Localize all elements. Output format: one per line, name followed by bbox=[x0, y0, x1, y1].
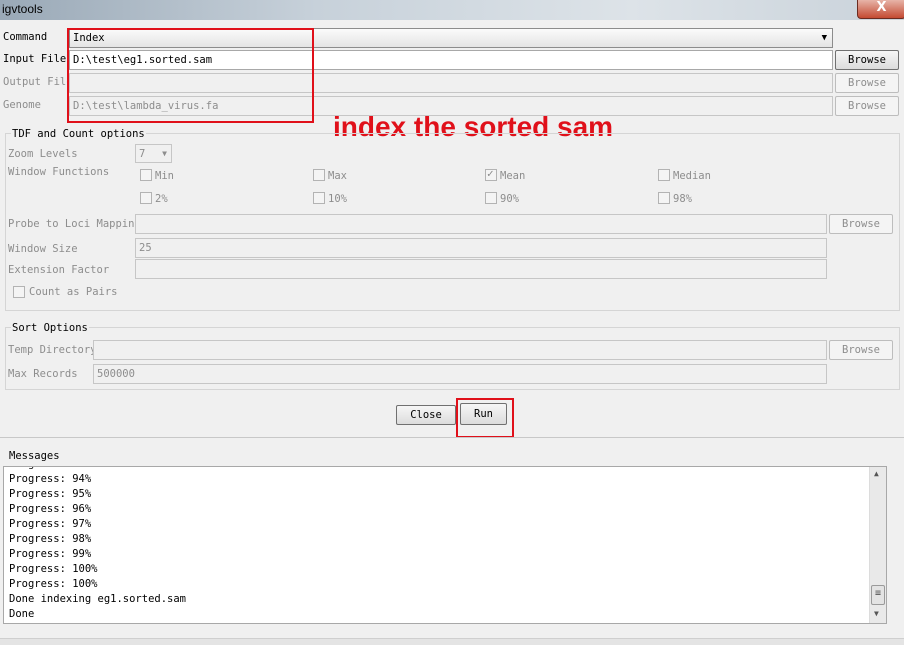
checkbox-max[interactable] bbox=[313, 169, 325, 181]
probe-mapping-field[interactable] bbox=[135, 214, 827, 234]
chevron-down-icon[interactable]: ▼ bbox=[822, 29, 827, 47]
message-line: Progress: 93% bbox=[9, 467, 91, 470]
sort-options-title: Sort Options bbox=[11, 322, 89, 334]
count-pairs-label: Count as Pairs bbox=[29, 286, 118, 298]
message-line: Progress: 99% bbox=[9, 548, 92, 560]
output-file-browse-button[interactable]: Browse bbox=[835, 73, 899, 93]
checkbox-2pct[interactable] bbox=[140, 192, 152, 204]
window-functions-label: Window Functions bbox=[8, 166, 110, 178]
checkbox-mean[interactable]: ✓ bbox=[485, 167, 497, 181]
input-file-browse-button[interactable]: Browse bbox=[835, 50, 899, 70]
genome-label: Genome bbox=[3, 99, 41, 111]
zoom-levels-value: 7 bbox=[139, 148, 146, 160]
scroll-thumb[interactable]: ≡ bbox=[871, 585, 885, 605]
zoom-levels-select[interactable]: 7 ▼ bbox=[135, 144, 172, 163]
checkbox-median[interactable] bbox=[658, 169, 670, 181]
scroll-down-icon[interactable]: ▼ bbox=[874, 609, 879, 618]
max-records-label: Max Records bbox=[8, 368, 78, 380]
messages-title: Messages bbox=[9, 450, 60, 462]
checkbox-98pct[interactable] bbox=[658, 192, 670, 204]
temp-directory-browse-button[interactable]: Browse bbox=[829, 340, 893, 360]
check-icon: ✓ bbox=[487, 167, 494, 180]
checkbox-max-label: Max bbox=[328, 170, 347, 182]
divider bbox=[0, 437, 904, 438]
temp-directory-field[interactable] bbox=[93, 340, 827, 360]
scroll-up-icon[interactable]: ▲ bbox=[874, 469, 879, 478]
checkbox-min[interactable] bbox=[140, 169, 152, 181]
checkbox-90pct[interactable] bbox=[485, 192, 497, 204]
window-close-button[interactable]: X bbox=[857, 0, 904, 19]
checkbox-2pct-label: 2% bbox=[155, 193, 168, 205]
messages-scrollbar[interactable]: ▲ ≡ ▼ bbox=[869, 467, 886, 623]
close-button[interactable]: Close bbox=[396, 405, 456, 425]
tdf-options-title: TDF and Count options bbox=[11, 128, 146, 140]
chevron-down-icon[interactable]: ▼ bbox=[162, 145, 167, 162]
highlight-box-run bbox=[456, 398, 514, 438]
zoom-levels-label: Zoom Levels bbox=[8, 148, 78, 160]
extension-factor-field[interactable] bbox=[135, 259, 827, 279]
title-bar bbox=[0, 0, 904, 20]
message-line: Done bbox=[9, 608, 35, 620]
message-line: Progress: 98% bbox=[9, 533, 92, 545]
checkbox-10pct[interactable] bbox=[313, 192, 325, 204]
highlight-box-fields bbox=[67, 28, 314, 123]
messages-area[interactable]: Progress: 93% Progress: 94% Progress: 95% P… bbox=[3, 466, 887, 624]
message-line: Progress: 100% bbox=[9, 578, 98, 590]
checkbox-mean-label: Mean bbox=[500, 170, 526, 182]
checkbox-98pct-label: 98% bbox=[673, 193, 692, 205]
probe-mapping-browse-button[interactable]: Browse bbox=[829, 214, 893, 234]
genome-browse-button[interactable]: Browse bbox=[835, 96, 899, 116]
checkbox-min-label: Min bbox=[155, 170, 174, 182]
message-line: Progress: 100% bbox=[9, 563, 98, 575]
message-line: Progress: 97% bbox=[9, 518, 92, 530]
temp-directory-label: Temp Directory bbox=[8, 344, 97, 356]
command-label: Command bbox=[3, 31, 48, 43]
input-file-label: Input File bbox=[3, 53, 67, 65]
window-title: igvtools bbox=[2, 2, 43, 16]
checkbox-median-label: Median bbox=[673, 170, 711, 182]
checkbox-90pct-label: 90% bbox=[500, 193, 519, 205]
window-size-field[interactable]: 25 bbox=[135, 238, 827, 258]
message-line: Progress: 96% bbox=[9, 503, 92, 515]
message-line: Done indexing eg1.sorted.sam bbox=[9, 593, 187, 605]
max-records-field[interactable]: 500000 bbox=[93, 364, 827, 384]
message-line: Progress: 95% bbox=[9, 488, 92, 500]
message-line: Progress: 94% bbox=[9, 473, 92, 485]
probe-mapping-label: Probe to Loci Mapping bbox=[8, 218, 141, 230]
checkbox-count-pairs[interactable] bbox=[13, 286, 25, 298]
output-file-label: Output File bbox=[3, 76, 73, 88]
checkbox-10pct-label: 10% bbox=[328, 193, 347, 205]
window-size-label: Window Size bbox=[8, 243, 78, 255]
extension-factor-label: Extension Factor bbox=[8, 264, 110, 276]
